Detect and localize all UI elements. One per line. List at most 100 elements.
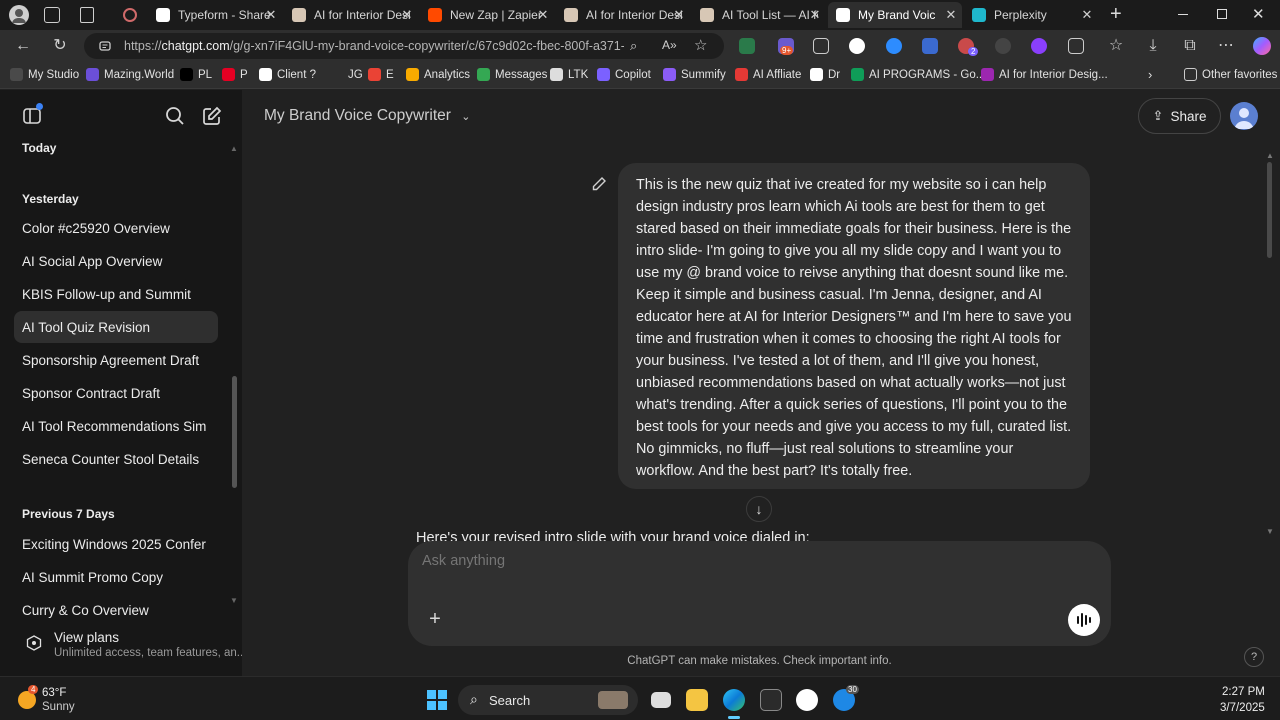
sidebar-chat-item[interactable]: Curry & Co Overview <box>14 594 218 618</box>
close-tab-icon[interactable]: ✕ <box>672 7 686 23</box>
bookmark-icon <box>368 68 381 81</box>
bookmark-item[interactable]: AI Affliate <box>735 68 801 81</box>
voice-mode-icon[interactable] <box>1068 604 1100 636</box>
bookmark-item[interactable]: AI for Interior Desig... <box>981 68 1108 81</box>
scroll-up-icon[interactable]: ▲ <box>1266 151 1274 160</box>
bookmark-item[interactable]: Client ? <box>259 68 316 81</box>
browser-tab[interactable]: AI for Interior Desig ✕ <box>284 2 418 28</box>
file-explorer-icon[interactable] <box>686 689 708 711</box>
close-tab-icon[interactable]: ✕ <box>264 7 278 23</box>
sidebar-scrollbar[interactable] <box>232 376 237 488</box>
zapier-icon <box>428 8 442 22</box>
url-text[interactable]: https://chatgpt.com/g/g-xn7iF4GlU-my-bra… <box>124 39 624 53</box>
bookmark-icon <box>810 68 823 81</box>
bookmark-item[interactable]: JG <box>330 68 363 81</box>
bookmark-label: LTK <box>568 68 589 81</box>
chatgpt-app-icon[interactable] <box>796 689 818 711</box>
bookmark-item[interactable]: E <box>368 68 394 81</box>
extension-zoom-icon[interactable] <box>886 38 902 54</box>
zoom-icon[interactable]: ⌕ <box>630 38 637 54</box>
ai-interior-icon <box>564 8 578 22</box>
bookmark-item[interactable]: My Studio <box>10 68 79 81</box>
address-bar[interactable]: https://chatgpt.com/g/g-xn7iF4GlU-my-bra… <box>84 33 724 59</box>
close-tab-icon[interactable]: ✕ <box>1080 7 1094 23</box>
minimize-button[interactable] <box>1178 14 1188 15</box>
bookmark-item[interactable]: Analytics <box>406 68 470 81</box>
extension-chatgpt-icon[interactable] <box>849 38 865 54</box>
workspaces-icon[interactable] <box>44 7 60 23</box>
extension-openai-icon[interactable] <box>995 38 1011 54</box>
record-icon[interactable] <box>123 8 137 22</box>
screenshot-icon[interactable]: ⧉ <box>1180 36 1200 56</box>
other-favorites[interactable]: Other favorites <box>1184 68 1277 81</box>
browser-tab[interactable]: AI for Interior Desig ✕ <box>556 2 690 28</box>
copilot-icon[interactable] <box>1253 37 1271 55</box>
chat-scrollbar[interactable] <box>1267 162 1272 258</box>
attach-plus-icon[interactable]: + <box>424 608 446 630</box>
downloads-icon[interactable]: ⤓ <box>1143 36 1163 56</box>
refresh-button[interactable]: ↻ <box>50 36 70 56</box>
bookmark-item[interactable]: PL <box>180 68 212 81</box>
sidebar-chat-item[interactable]: Exciting Windows 2025 Confer <box>14 528 218 560</box>
bookmark-item[interactable]: Messages <box>477 68 547 81</box>
favorite-star-icon[interactable]: ☆ <box>694 36 707 54</box>
view-plans-button[interactable]: View plans Unlimited access, team featur… <box>14 624 246 666</box>
bookmarks-overflow-chevron-icon[interactable]: › <box>1148 67 1152 82</box>
extension-play-icon[interactable] <box>922 38 938 54</box>
help-label: ? <box>1250 651 1258 663</box>
browser-tab[interactable]: AI Tool List — AI fo ✕ <box>692 2 826 28</box>
read-aloud-icon[interactable]: A» <box>662 38 677 52</box>
share-button[interactable]: ⇪ Share <box>1138 98 1221 134</box>
browser-tab[interactable]: Typeform - Share ✕ <box>148 2 282 28</box>
bookmark-icon <box>981 68 994 81</box>
browser-tab[interactable]: My Brand Voic ✕ <box>828 2 962 28</box>
help-button[interactable]: ? <box>1244 647 1264 667</box>
start-windows-icon[interactable] <box>426 689 448 711</box>
browser-tab[interactable]: Perplexity ✕ <box>964 2 1098 28</box>
close-tab-icon[interactable]: ✕ <box>808 7 822 23</box>
address-bar-row: ← ↻ https://chatgpt.com/g/g-xn7iF4GlU-my… <box>0 30 1280 62</box>
terminal-icon[interactable] <box>760 689 782 711</box>
bookmark-item[interactable]: Mazing.World <box>86 68 174 81</box>
scroll-down-arrow-icon[interactable]: ↓ <box>746 496 772 522</box>
tab-actions-icon[interactable] <box>80 7 94 23</box>
edge-icon[interactable] <box>723 689 745 711</box>
new-tab-button[interactable]: + <box>1110 3 1122 26</box>
extensions-puzzle-icon[interactable] <box>1068 38 1084 54</box>
tab-title: AI for Interior Desig <box>586 8 682 22</box>
bookmark-item[interactable]: Summify <box>663 68 726 81</box>
weather-widget[interactable]: 4 63°F Sunny <box>16 685 126 715</box>
clock-date[interactable]: 3/7/2025 <box>1220 702 1265 714</box>
sidebar-chat-item[interactable]: AI Summit Promo Copy <box>14 561 218 593</box>
extension-crop-icon[interactable] <box>813 38 829 54</box>
taskbar-search[interactable]: ⌕ Search <box>458 685 638 715</box>
profile-avatar[interactable] <box>9 5 29 25</box>
close-tab-icon[interactable]: ✕ <box>944 7 958 23</box>
bookmark-item[interactable]: P <box>222 68 248 81</box>
bookmark-item[interactable]: LTK <box>550 68 588 81</box>
prompt-input[interactable] <box>422 553 1022 569</box>
user-avatar[interactable] <box>1230 102 1258 130</box>
view-plans-subtitle: Unlimited access, team features, an... <box>54 647 247 659</box>
close-tab-icon[interactable]: ✕ <box>536 7 550 23</box>
favorites-icon[interactable]: ☆ <box>1106 36 1126 56</box>
bookmark-item[interactable]: AI PROGRAMS - Go... <box>851 68 985 81</box>
edit-message-icon[interactable] <box>591 176 607 192</box>
site-info-icon[interactable] <box>98 39 112 53</box>
more-menu-icon[interactable]: ⋯ <box>1216 36 1236 56</box>
maximize-button[interactable] <box>1217 9 1227 19</box>
bookmark-item[interactable]: Dr <box>810 68 840 81</box>
scroll-down-icon[interactable]: ▼ <box>1266 527 1274 536</box>
close-window-button[interactable]: ✕ <box>1252 5 1265 23</box>
clock-time[interactable]: 2:27 PM <box>1222 686 1265 698</box>
sidebar-scroll-down-icon[interactable]: ▼ <box>230 596 238 605</box>
browser-tab[interactable]: New Zap | Zapier ✕ <box>420 2 554 28</box>
extension-green-icon[interactable] <box>739 38 755 54</box>
model-selector[interactable]: My Brand Voice Copywriter ⌄ <box>264 107 470 125</box>
bookmark-item[interactable]: Copilot <box>597 68 651 81</box>
close-tab-icon[interactable]: ✕ <box>400 7 414 23</box>
task-view-icon[interactable] <box>651 692 671 708</box>
back-button[interactable]: ← <box>13 36 33 56</box>
extension-badge: 9+ <box>780 46 794 55</box>
extension-purple-icon[interactable] <box>1031 38 1047 54</box>
